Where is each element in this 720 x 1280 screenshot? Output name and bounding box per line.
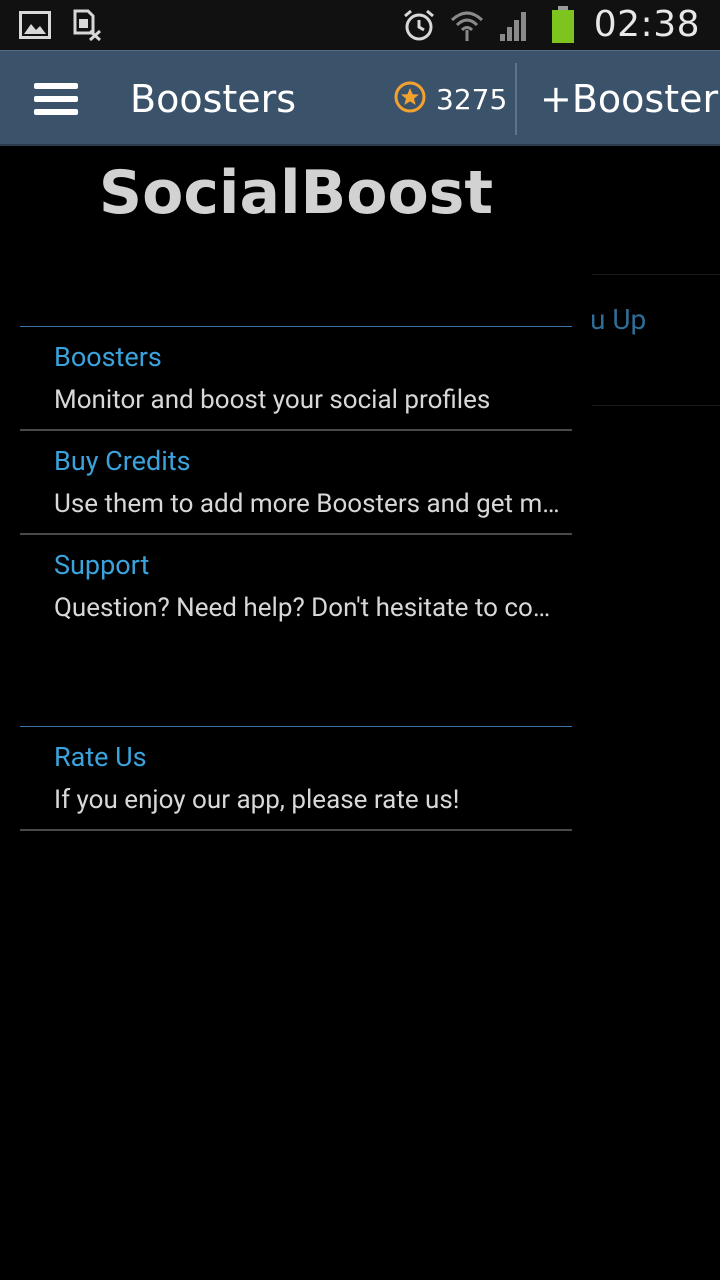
status-bar: 02:38 xyxy=(0,0,720,50)
hamburger-icon xyxy=(34,83,78,115)
drawer-item-desc: Monitor and boost your social profiles xyxy=(54,385,491,415)
navigation-drawer: SocialBoost Boosters Monitor and boost y… xyxy=(0,146,592,1280)
drawer-item-title: Support xyxy=(54,549,150,581)
credits-count: 3275 xyxy=(436,82,508,116)
wifi-icon xyxy=(450,8,484,42)
drawer-item-rate-us[interactable]: Rate Us If you enjoy our app, please rat… xyxy=(20,727,572,831)
page-title: Boosters xyxy=(130,77,297,121)
clock-time: 02:38 xyxy=(593,4,700,45)
credits-display[interactable]: 3275 xyxy=(394,81,507,117)
sim-x-icon xyxy=(70,8,104,42)
status-left-icons xyxy=(18,8,104,42)
app-title: SocialBoost xyxy=(98,158,494,228)
action-bar: Boosters 3275 +Booster xyxy=(0,50,720,146)
menu-button[interactable] xyxy=(28,75,84,123)
alarm-icon xyxy=(402,8,436,42)
drawer-item-buy-credits[interactable]: Buy Credits Use them to add more Booster… xyxy=(20,431,572,535)
add-booster-button[interactable]: +Booster xyxy=(540,77,718,121)
drawer-item-boosters[interactable]: Boosters Monitor and boost your social p… xyxy=(20,327,572,431)
drawer-item-desc: Use them to add more Boosters and get mo… xyxy=(54,489,562,519)
drawer-item-desc: If you enjoy our app, please rate us! xyxy=(54,785,460,815)
gallery-icon xyxy=(18,8,52,42)
drawer-item-title: Boosters xyxy=(54,341,162,373)
action-bar-divider xyxy=(515,63,517,135)
drawer-item-title: Buy Credits xyxy=(54,445,191,477)
drawer-item-support[interactable]: Support Question? Need help? Don't hesit… xyxy=(20,535,572,639)
star-icon xyxy=(394,81,426,117)
drawer-item-title: Rate Us xyxy=(54,741,147,773)
background-content: u Up xyxy=(590,274,720,406)
background-peek-text: u Up xyxy=(590,303,647,336)
status-right-icons: 02:38 xyxy=(402,4,700,45)
drawer-item-desc: Question? Need help? Don't hesitate to c… xyxy=(54,593,562,623)
signal-icon xyxy=(498,8,532,42)
battery-icon xyxy=(546,5,580,43)
